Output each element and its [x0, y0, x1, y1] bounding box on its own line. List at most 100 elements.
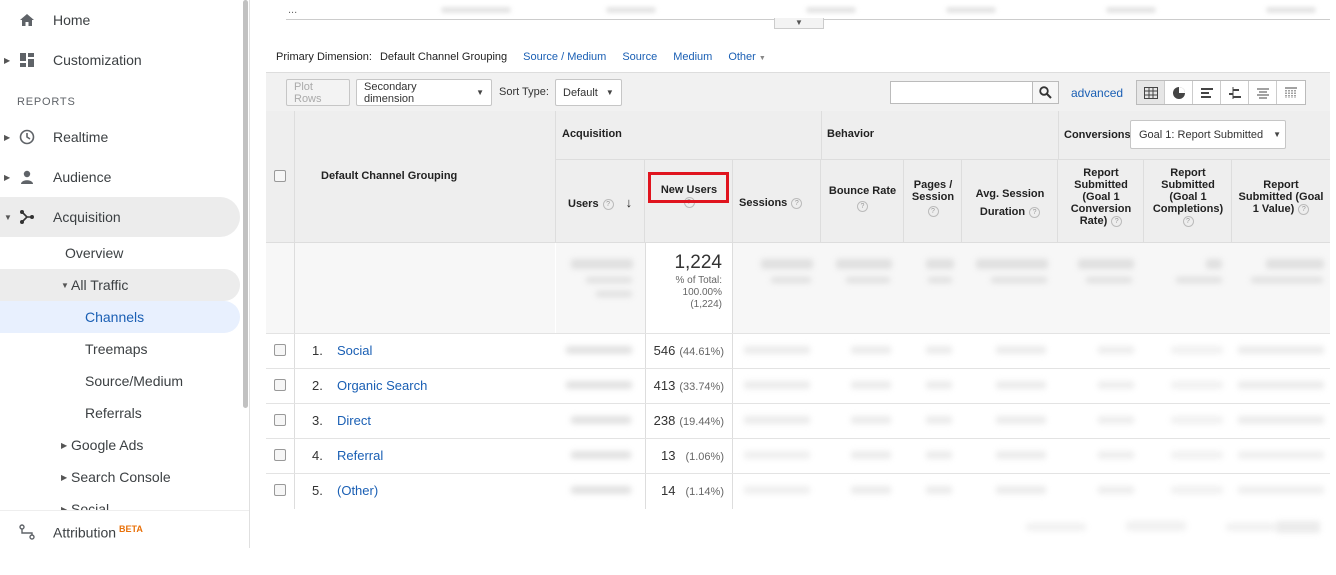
conversions-group-header: Conversions — [1064, 129, 1131, 141]
sidebar-item-google-ads[interactable]: ▶ Google Ads — [61, 429, 144, 461]
column-pages-session[interactable]: Pages / Session? — [904, 179, 962, 217]
channel-link[interactable]: Direct — [337, 413, 371, 428]
row-divider — [266, 473, 1330, 474]
collapse-toggle[interactable]: ▼ — [774, 18, 824, 29]
sidebar-item-audience[interactable]: ▶ Audience — [0, 157, 240, 197]
primary-dimension-medium[interactable]: Medium — [673, 51, 712, 63]
sidebar-item-all-traffic[interactable]: ▼ All Traffic — [61, 269, 129, 301]
blurred-value — [744, 346, 810, 354]
performance-view-button[interactable] — [1193, 81, 1221, 104]
help-icon[interactable]: ? — [602, 198, 614, 210]
row-checkbox[interactable] — [274, 344, 286, 356]
highlight-box — [648, 172, 729, 203]
column-users[interactable]: Users? ↓ — [568, 196, 632, 210]
column-goal-value[interactable]: Report Submitted (Goal 1 Value)? — [1232, 179, 1330, 215]
column-sessions[interactable]: Sessions? — [739, 197, 803, 209]
primary-dimension-bar: Primary Dimension: Default Channel Group… — [276, 51, 782, 63]
sidebar-item-channels[interactable]: Channels — [85, 301, 144, 333]
header-divider — [556, 159, 1330, 160]
help-icon[interactable]: ? — [857, 201, 868, 212]
column-label: (Goal 1 — [1082, 191, 1120, 203]
channel-link[interactable]: (Other) — [337, 483, 378, 498]
primary-dimension-source-medium[interactable]: Source / Medium — [523, 51, 606, 63]
row-number: 4. — [312, 448, 323, 463]
help-icon[interactable]: ? — [1182, 215, 1194, 227]
column-avg-session-duration[interactable]: Avg. Session Duration? — [962, 185, 1058, 221]
bar-chart-icon — [1200, 87, 1213, 98]
pivot-view-button[interactable] — [1277, 81, 1305, 104]
blurred-value — [744, 381, 810, 389]
help-icon[interactable]: ? — [1111, 215, 1123, 227]
goal-select[interactable]: Goal 1: Report Submitted ▼ — [1130, 120, 1286, 149]
row-divider — [266, 333, 1330, 334]
sidebar-item-home[interactable]: Home — [0, 0, 240, 40]
channel-link[interactable]: Organic Search — [337, 378, 427, 393]
table-search-input[interactable] — [890, 81, 1034, 104]
blurred-value — [771, 277, 811, 283]
value-percent: (1.06%) — [685, 451, 724, 463]
value-number: 13 — [661, 448, 676, 463]
group-divider — [821, 111, 822, 159]
value-number: 238 — [653, 413, 676, 428]
analytics-app: Home ▶ Customization REPORTS ▶ Realtime … — [0, 0, 1336, 575]
help-icon[interactable]: ? — [1298, 203, 1310, 215]
value-number: 546 — [653, 343, 676, 358]
secondary-dimension-select[interactable]: Secondary dimension ▼ — [356, 79, 492, 106]
channel-link[interactable]: Referral — [337, 448, 383, 463]
primary-dimension-other[interactable]: Other ▼ — [728, 51, 765, 63]
blurred-value — [926, 346, 952, 354]
column-bounce-rate[interactable]: Bounce Rate? — [821, 185, 904, 212]
sidebar-item-treemaps[interactable]: Treemaps — [85, 333, 148, 365]
plot-rows-button[interactable]: Plot Rows — [286, 79, 350, 106]
row-checkbox[interactable] — [274, 449, 286, 461]
percentage-view-button[interactable] — [1165, 81, 1193, 104]
column-label: Pages / — [913, 179, 953, 191]
sidebar-item-label: Google Ads — [71, 437, 144, 453]
sidebar-item-label: All Traffic — [71, 277, 129, 293]
sidebar-item-attribution[interactable]: Attribution BETA — [0, 512, 240, 548]
dimension-header[interactable]: Default Channel Grouping — [321, 170, 457, 182]
column-label: Rate) — [1079, 215, 1108, 227]
sidebar-item-referrals[interactable]: Referrals — [85, 397, 142, 429]
blurred-value — [1098, 381, 1134, 389]
help-icon[interactable]: ? — [927, 206, 939, 217]
sidebar-item-label: Overview — [65, 245, 124, 261]
select-all-checkbox[interactable] — [274, 170, 286, 182]
dropdown-arrow-icon: ▼ — [1273, 130, 1282, 139]
column-conversion-rate[interactable]: Report Submitted (Goal 1 Conversion Rate)? — [1058, 167, 1144, 227]
sidebar-scrollbar[interactable] — [243, 0, 248, 408]
blurred-value — [596, 291, 632, 297]
column-completions[interactable]: Report Submitted (Goal 1 Completions)? — [1144, 167, 1232, 227]
advanced-filter-link[interactable]: advanced — [1071, 86, 1123, 100]
help-icon[interactable]: ? — [1029, 206, 1041, 218]
blurred-value — [744, 416, 810, 424]
column-label: Report — [1263, 179, 1299, 191]
blurred-value — [851, 346, 891, 354]
channel-link[interactable]: Social — [337, 343, 372, 358]
column-label: Bounce Rate — [828, 185, 897, 197]
sidebar-item-acquisition[interactable]: ▼ Acquisition — [0, 197, 240, 237]
blurred-value — [946, 7, 996, 13]
primary-dimension-source[interactable]: Source — [622, 51, 657, 63]
term-cloud-view-button[interactable] — [1249, 81, 1277, 104]
sidebar-item-source-medium[interactable]: Source/Medium — [85, 365, 183, 397]
comparison-view-button[interactable] — [1221, 81, 1249, 104]
table-view-button[interactable] — [1137, 81, 1165, 104]
blurred-value — [1266, 7, 1316, 13]
sort-type-select[interactable]: Default ▼ — [555, 79, 622, 106]
dashboard-icon — [17, 50, 37, 70]
blurred-value — [991, 277, 1047, 283]
sidebar-item-customization[interactable]: ▶ Customization — [0, 40, 240, 80]
sidebar-item-overview[interactable]: Overview — [65, 237, 123, 269]
blurred-value — [1238, 451, 1324, 459]
blurred-value — [1176, 277, 1222, 283]
sidebar-item-realtime[interactable]: ▶ Realtime — [0, 117, 240, 157]
search-button[interactable] — [1032, 81, 1059, 104]
total-pct-value: 100.00% — [682, 287, 722, 298]
help-icon[interactable]: ? — [791, 197, 803, 209]
row-checkbox[interactable] — [274, 414, 286, 426]
blurred-value — [606, 7, 656, 13]
row-checkbox[interactable] — [274, 379, 286, 391]
sidebar-item-search-console[interactable]: ▶ Search Console — [61, 461, 171, 493]
row-checkbox[interactable] — [274, 484, 286, 496]
